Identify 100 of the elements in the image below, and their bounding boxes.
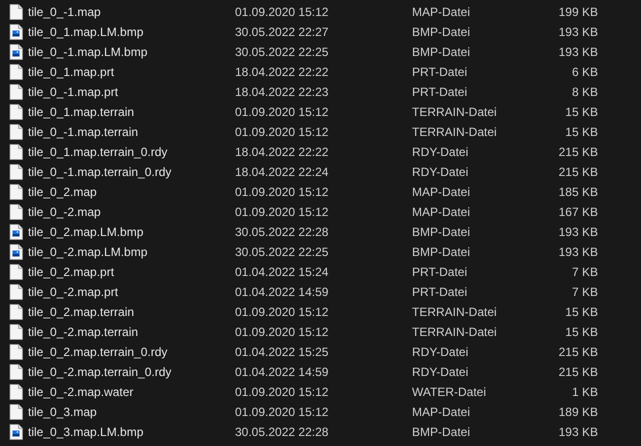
file-type: RDY-Datei	[412, 164, 470, 181]
file-size: 193 KB	[558, 224, 598, 241]
file-size: 15 KB	[564, 304, 598, 321]
file-icon	[9, 204, 23, 220]
file-size: 193 KB	[558, 24, 598, 41]
file-icon	[9, 104, 23, 120]
file-size: 7 KB	[570, 284, 598, 301]
file-type: TERRAIN-Datei	[412, 304, 498, 321]
modified-date: 01.09.2020 15:12	[235, 4, 330, 21]
file-size: 215 KB	[558, 144, 598, 161]
file-icon	[9, 344, 23, 360]
file-size: 6 KB	[570, 64, 598, 81]
file-name: tile_0_-2.map.terrain	[28, 324, 140, 341]
modified-date: 01.09.2020 15:12	[235, 324, 330, 341]
file-type: MAP-Datei	[412, 4, 472, 21]
file-name: tile_0_1.map.prt	[28, 64, 116, 81]
modified-date: 18.04.2022 22:22	[235, 64, 330, 81]
modified-date: 01.04.2022 15:25	[235, 344, 330, 361]
modified-date: 01.09.2020 15:12	[235, 104, 330, 121]
file-name: tile_0_-2.map.terrain_0.rdy	[28, 364, 172, 381]
file-icon	[9, 4, 23, 20]
modified-date: 30.05.2022 22:28	[235, 424, 330, 441]
file-type: BMP-Datei	[412, 24, 472, 41]
file-name: tile_0_-1.map.LM.bmp	[28, 44, 148, 61]
modified-date: 30.05.2022 22:25	[235, 244, 330, 261]
file-icon	[9, 264, 23, 280]
image-file-icon	[9, 224, 23, 240]
file-name: tile_0_-1.map	[28, 4, 102, 21]
file-name: tile_0_1.map.LM.bmp	[28, 24, 144, 41]
file-size: 215 KB	[558, 364, 598, 381]
file-name: tile_0_-1.map.prt	[28, 84, 120, 101]
file-icon	[9, 144, 23, 160]
file-type: PRT-Datei	[412, 64, 468, 81]
file-type: PRT-Datei	[412, 264, 468, 281]
file-size: 15 KB	[564, 104, 598, 121]
modified-date: 01.09.2020 15:12	[235, 184, 330, 201]
file-type: TERRAIN-Datei	[412, 104, 498, 121]
file-icon	[9, 64, 23, 80]
modified-date: 01.09.2020 15:12	[235, 124, 330, 141]
file-type: RDY-Datei	[412, 344, 470, 361]
modified-date: 18.04.2022 22:23	[235, 84, 330, 101]
modified-date: 01.09.2020 15:12	[235, 404, 330, 421]
file-type: MAP-Datei	[412, 204, 472, 221]
file-icon	[9, 364, 23, 380]
file-name: tile_0_2.map.prt	[28, 264, 116, 281]
file-size: 7 KB	[570, 264, 598, 281]
file-name: tile_0_3.map.LM.bmp	[28, 424, 144, 441]
file-type: PRT-Datei	[412, 284, 468, 301]
file-name: tile_0_2.map.terrain	[28, 304, 136, 321]
file-icon	[9, 324, 23, 340]
file-icon	[9, 84, 23, 100]
modified-date: 01.04.2022 14:59	[235, 364, 330, 381]
file-type: TERRAIN-Datei	[412, 124, 498, 141]
modified-date: 01.09.2020 15:12	[235, 304, 330, 321]
modified-date: 18.04.2022 22:22	[235, 144, 330, 161]
file-type: WATER-Datei	[412, 384, 488, 401]
file-type: PRT-Datei	[412, 84, 468, 101]
file-icon	[9, 304, 23, 320]
file-name: tile_0_-1.map.terrain	[28, 124, 140, 141]
modified-date: 30.05.2022 22:28	[235, 224, 330, 241]
modified-date: 01.04.2022 14:59	[235, 284, 330, 301]
file-size: 189 KB	[558, 404, 598, 421]
modified-date: 01.09.2020 15:12	[235, 204, 330, 221]
file-type: MAP-Datei	[412, 404, 472, 421]
file-type: RDY-Datei	[412, 144, 470, 161]
file-name: tile_0_-2.map.prt	[28, 284, 120, 301]
file-size: 215 KB	[558, 164, 598, 181]
file-type: MAP-Datei	[412, 184, 472, 201]
file-type: BMP-Datei	[412, 244, 472, 261]
image-file-icon	[9, 44, 23, 60]
file-name: tile_0_-2.map.LM.bmp	[28, 244, 148, 261]
file-size: 15 KB	[564, 124, 598, 141]
file-size: 185 KB	[558, 184, 598, 201]
modified-date: 01.09.2020 15:12	[235, 384, 330, 401]
file-icon	[9, 384, 23, 400]
file-size: 15 KB	[564, 324, 598, 341]
file-size: 199 KB	[558, 4, 598, 21]
image-file-icon	[9, 424, 23, 440]
file-type: BMP-Datei	[412, 424, 472, 441]
file-size: 8 KB	[570, 84, 598, 101]
file-icon	[9, 124, 23, 140]
file-size: 215 KB	[558, 344, 598, 361]
image-file-icon	[9, 24, 23, 40]
file-type: BMP-Datei	[412, 224, 472, 241]
file-name: tile_0_-2.map	[28, 204, 102, 221]
file-size: 193 KB	[558, 424, 598, 441]
file-type: BMP-Datei	[412, 44, 472, 61]
file-type: RDY-Datei	[412, 364, 470, 381]
modified-date: 30.05.2022 22:25	[235, 44, 330, 61]
file-name: tile_0_-2.map.water	[28, 384, 134, 401]
image-file-icon	[9, 244, 23, 260]
file-name: tile_0_3.map	[28, 404, 98, 421]
file-size: 193 KB	[558, 244, 598, 261]
modified-date: 01.04.2022 15:24	[235, 264, 330, 281]
file-icon	[9, 404, 23, 420]
modified-date: 30.05.2022 22:27	[235, 24, 330, 41]
file-icon	[9, 164, 23, 180]
file-type: TERRAIN-Datei	[412, 324, 498, 341]
file-name: tile_0_-1.map.terrain_0.rdy	[28, 164, 172, 181]
file-name: tile_0_2.map.terrain_0.rdy	[28, 344, 168, 361]
